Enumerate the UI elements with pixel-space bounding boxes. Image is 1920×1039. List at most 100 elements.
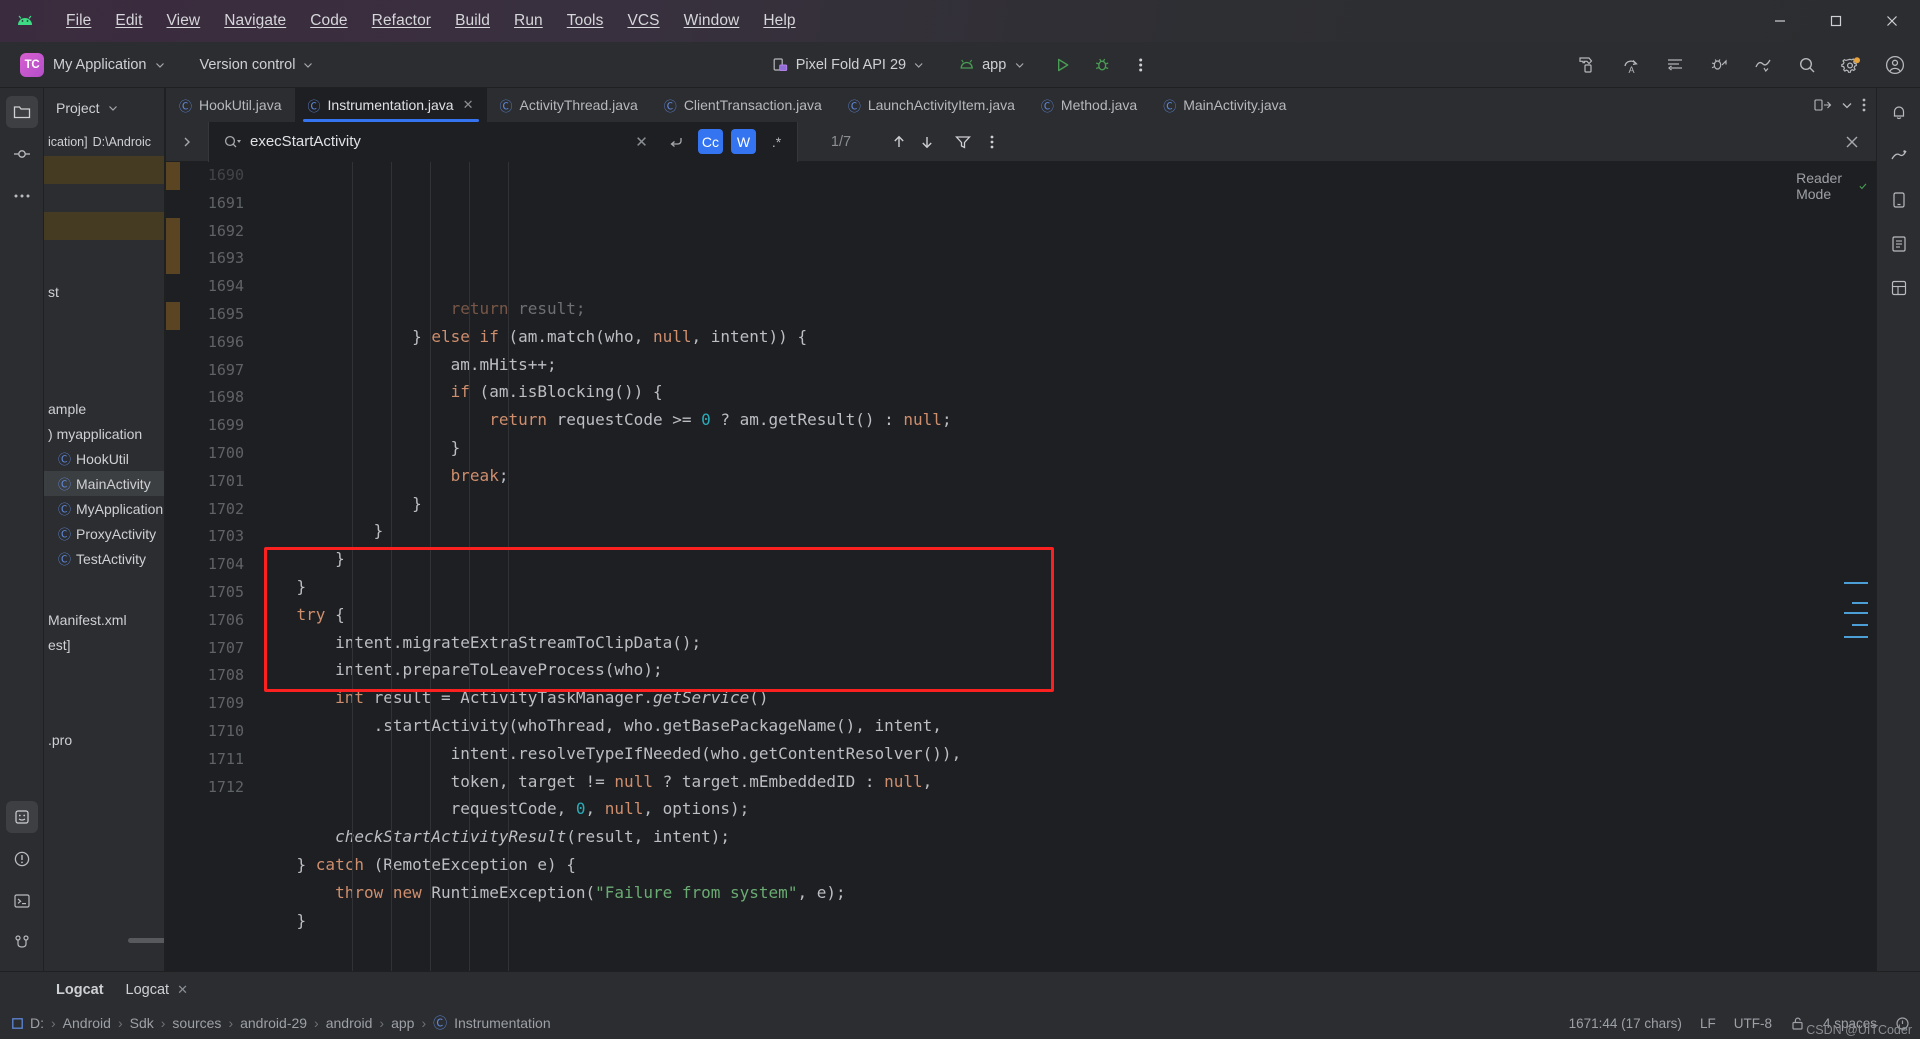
run-config-selector[interactable]: app — [951, 53, 1033, 77]
menu-vcs[interactable]: VCS — [615, 9, 671, 33]
code-line[interactable]: } — [258, 434, 1806, 462]
menu-edit[interactable]: Edit — [103, 9, 154, 33]
find-input-container[interactable]: execStartActivity ✕ Cc W .* — [208, 121, 798, 162]
search-input[interactable]: execStartActivity — [250, 133, 621, 150]
tree-item-pro[interactable]: .pro — [44, 727, 165, 752]
tab-mainactivity[interactable]: Ⓒ MainActivity.java — [1150, 88, 1299, 122]
breadcrumb-item[interactable]: app — [391, 1015, 414, 1031]
layout-inspector-icon[interactable] — [1883, 272, 1915, 304]
code-text[interactable]: return result; } else if (am.match(who, … — [258, 295, 1806, 934]
resource-manager-icon[interactable] — [5, 801, 38, 833]
code-line[interactable]: am.mHits++; — [258, 351, 1806, 379]
chevron-down-icon[interactable] — [1840, 98, 1854, 112]
lock-open-icon[interactable] — [1790, 1016, 1805, 1031]
menu-view[interactable]: View — [155, 9, 213, 33]
code-line[interactable]: requestCode, 0, null, options); — [258, 795, 1806, 823]
close-icon[interactable]: ✕ — [177, 982, 188, 998]
menu-code[interactable]: Code — [298, 9, 359, 33]
menu-refactor[interactable]: Refactor — [360, 9, 443, 33]
tree-item-mainactivity[interactable]: Ⓒ MainActivity — [44, 471, 165, 496]
breadcrumb-item[interactable]: Android — [63, 1015, 111, 1031]
breadcrumb-item[interactable]: Instrumentation — [454, 1015, 551, 1031]
code-line[interactable]: token, target != null ? target.mEmbedded… — [258, 768, 1806, 796]
tab-activitythread[interactable]: Ⓒ ActivityThread.java — [487, 88, 651, 122]
code-line[interactable]: } — [258, 490, 1806, 518]
logcat-tab[interactable]: Logcat ✕ — [126, 982, 188, 998]
code-line[interactable]: checkStartActivityResult(result, intent)… — [258, 823, 1806, 851]
version-control-selector[interactable]: Version control — [192, 53, 323, 77]
more-tool-windows-icon[interactable] — [6, 180, 38, 212]
line-separator[interactable]: LF — [1700, 1016, 1716, 1031]
tree-row[interactable] — [44, 156, 165, 184]
tree-item-manifest[interactable]: Manifest.xml — [44, 607, 165, 632]
close-icon[interactable]: ✕ — [463, 97, 474, 113]
breadcrumb-item[interactable]: D: — [30, 1015, 44, 1031]
code-line[interactable]: } else if (am.match(who, null, intent)) … — [258, 323, 1806, 351]
device-selector[interactable]: Pixel Fold API 29 — [765, 53, 933, 77]
code-editor[interactable]: 1690 1691 1692 1693 1694 1695 1696 1697 … — [166, 162, 1876, 971]
debug-button[interactable] — [1087, 50, 1117, 80]
words-toggle[interactable]: W — [731, 129, 756, 154]
code-line[interactable]: } — [258, 907, 1806, 935]
maximize-icon[interactable] — [1808, 0, 1864, 42]
reader-mode-indicator[interactable]: Reader Mode — [1796, 170, 1868, 202]
code-line[interactable]: if (am.isBlocking()) { — [258, 378, 1806, 406]
breadcrumb-item[interactable]: Sdk — [130, 1015, 154, 1031]
problems-icon[interactable] — [6, 843, 38, 875]
code-line[interactable]: } catch (RemoteException e) { — [258, 851, 1806, 879]
device-manager-icon[interactable] — [1883, 184, 1915, 216]
tree-item-myapplication[interactable]: Ⓒ MyApplication — [44, 496, 165, 521]
filter-icon[interactable] — [954, 133, 972, 151]
debug-attach-icon[interactable] — [1704, 50, 1734, 80]
minimize-icon[interactable] — [1752, 0, 1808, 42]
code-line[interactable]: } — [258, 573, 1806, 601]
close-find-icon[interactable] — [1844, 134, 1860, 150]
tree-item-proxyactivity[interactable]: Ⓒ ProxyActivity — [44, 521, 165, 546]
code-line[interactable]: throw new RuntimeException("Failure from… — [258, 879, 1806, 907]
run-button[interactable] — [1047, 50, 1077, 80]
caret-position[interactable]: 1671:44 (17 chars) — [1569, 1016, 1682, 1031]
tab-clienttransaction[interactable]: Ⓒ ClientTransaction.java — [651, 88, 835, 122]
menu-help[interactable]: Help — [751, 9, 807, 33]
tree-row-myapplication[interactable]: ) myapplication — [44, 421, 165, 446]
menu-tools[interactable]: Tools — [555, 9, 616, 33]
more-vertical-icon[interactable] — [990, 134, 994, 150]
regex-toggle[interactable]: .* — [764, 129, 789, 154]
tree-row[interactable] — [44, 212, 165, 240]
menu-navigate[interactable]: Navigate — [212, 9, 298, 33]
tree-root-row[interactable]: ication] D:\Androic — [44, 128, 165, 156]
tree-row-ample[interactable]: ample — [44, 396, 165, 421]
tab-hookutil[interactable]: Ⓒ HookUtil.java — [166, 88, 295, 122]
search-everywhere-icon[interactable] — [1792, 50, 1822, 80]
code-line[interactable]: } — [258, 517, 1806, 545]
close-icon[interactable] — [1864, 0, 1920, 42]
logcat-tool-label[interactable]: Logcat — [56, 982, 104, 998]
menu-run[interactable]: Run — [502, 9, 555, 33]
terminal-icon[interactable] — [6, 885, 38, 917]
breadcrumb-item[interactable]: android — [326, 1015, 373, 1031]
code-lines[interactable]: return result; } else if (am.match(who, … — [258, 162, 1806, 971]
notifications-icon[interactable] — [1883, 96, 1915, 128]
project-pane-scrollbar[interactable] — [128, 938, 165, 943]
project-pane-header[interactable]: Project — [44, 88, 165, 128]
code-line[interactable]: } — [258, 545, 1806, 573]
device-file-explorer-icon[interactable] — [1883, 228, 1915, 260]
file-encoding[interactable]: UTF-8 — [1734, 1016, 1772, 1031]
chevron-right-icon[interactable] — [166, 135, 208, 149]
gradle-icon[interactable] — [1883, 140, 1915, 172]
code-line[interactable]: try { — [258, 601, 1806, 629]
arrow-down-icon[interactable] — [918, 133, 936, 151]
code-line[interactable]: return requestCode >= 0 ? am.getResult()… — [258, 406, 1806, 434]
project-files-icon[interactable] — [5, 96, 38, 128]
tree-row-st[interactable]: st — [44, 278, 165, 306]
code-with-me-icon[interactable]: A — [1616, 50, 1646, 80]
arrow-up-icon[interactable] — [890, 133, 908, 151]
search-dropdown-icon[interactable] — [223, 134, 242, 150]
menu-window[interactable]: Window — [672, 9, 752, 33]
more-actions-button[interactable] — [1125, 50, 1155, 80]
tab-instrumentation[interactable]: Ⓒ Instrumentation.java ✕ — [294, 88, 487, 122]
tab-launchactivityitem[interactable]: Ⓒ LaunchActivityItem.java — [835, 88, 1028, 122]
split-editor-icon[interactable] — [1814, 97, 1832, 113]
more-vertical-icon[interactable] — [1862, 97, 1866, 113]
profiler-icon[interactable] — [1748, 50, 1778, 80]
